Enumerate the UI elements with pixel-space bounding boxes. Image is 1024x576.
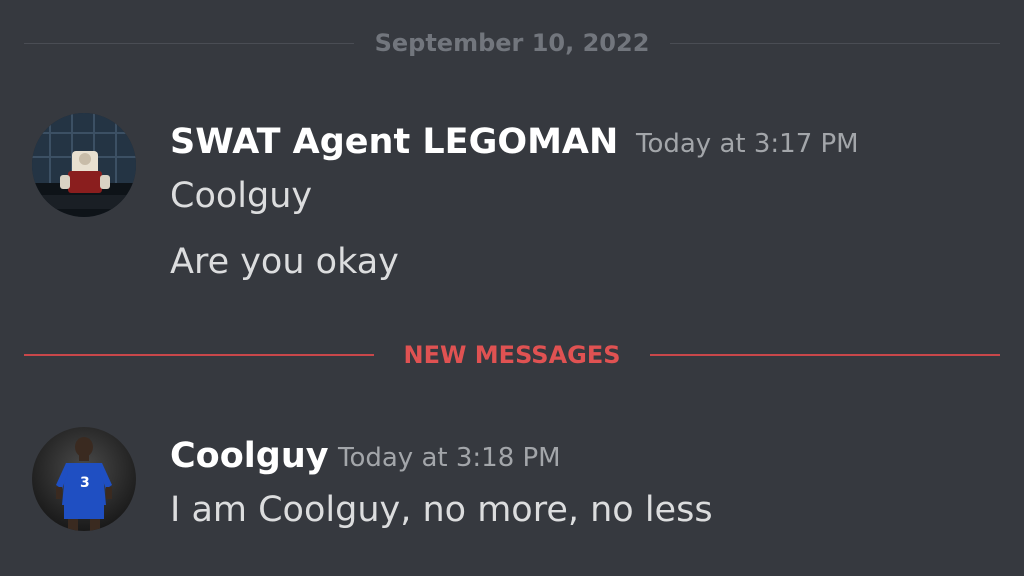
message-timestamp: Today at 3:18 PM (338, 443, 561, 473)
date-divider: September 10, 2022 (24, 28, 1000, 58)
new-messages-line-right (650, 354, 1000, 356)
date-divider-label: September 10, 2022 (374, 29, 650, 57)
football-player-avatar-icon: 3 (32, 427, 136, 531)
avatar[interactable]: 3 (32, 427, 136, 531)
date-divider-line-right (670, 43, 1000, 44)
date-divider-line-left (24, 43, 354, 44)
avatar[interactable] (32, 113, 136, 217)
message-text: I am Coolguy, no more, no less (170, 490, 713, 530)
message-username[interactable]: Coolguy (170, 436, 329, 476)
lego-figure-avatar-icon (32, 113, 136, 217)
message-timestamp: Today at 3:17 PM (636, 129, 859, 159)
svg-text:3: 3 (80, 475, 90, 491)
message-username[interactable]: SWAT Agent LEGOMAN (170, 122, 618, 162)
new-messages-divider: NEW MESSAGES (24, 340, 1000, 370)
message-text: Coolguy (170, 176, 313, 216)
message-text: Are you okay (170, 242, 399, 282)
new-messages-label: NEW MESSAGES (403, 341, 621, 369)
chat-message-list: September 10, 2022 SWAT Agent LEGOMAN To… (0, 0, 1024, 576)
new-messages-line-left (24, 354, 374, 356)
